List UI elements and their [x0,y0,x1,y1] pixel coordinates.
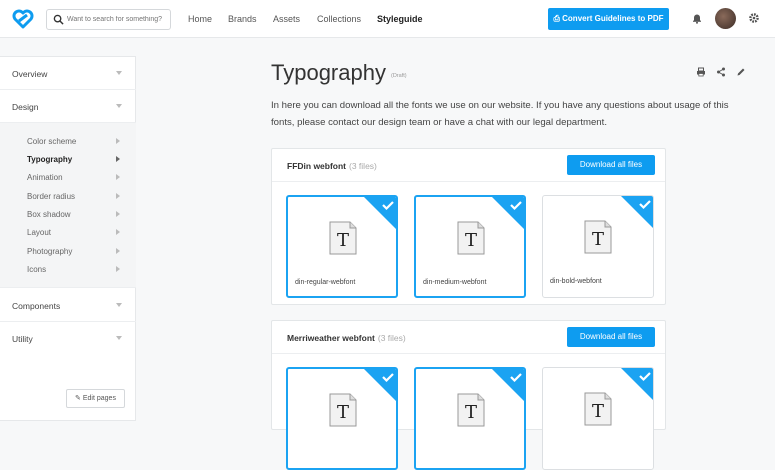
sidebar-section-components[interactable]: Components [0,289,136,322]
convert-pdf-label: Convert Guidelines to PDF [562,14,664,23]
font-group-name: FFDin webfont [287,161,347,171]
font-group-title: Merriweather webfont (3 files) [287,333,406,343]
print-icon: ⎙ [553,14,563,23]
font-file-icon: T [584,220,612,254]
search-box[interactable] [46,9,171,30]
font-file-name: din-bold-webfont [550,278,602,285]
nav-assets[interactable]: Assets [273,14,300,24]
font-file-tile[interactable]: T [542,367,654,470]
chevron-down-icon [116,104,122,108]
convert-pdf-button[interactable]: ⎙ Convert Guidelines to PDF [548,8,669,30]
check-icon [621,368,653,400]
chevron-right-icon [116,229,120,235]
font-file-tile[interactable]: T [286,367,398,470]
check-icon [364,197,396,229]
sidebar-section-utility[interactable]: Utility [0,322,136,355]
svg-text:T: T [465,402,477,423]
svg-text:T: T [465,230,477,251]
chevron-down-icon [116,336,122,340]
avatar[interactable] [715,8,736,29]
sidebar-item-layout[interactable]: Layout [27,228,51,237]
sidebar-item-icons[interactable]: Icons [27,265,46,274]
card-header: Merriweather webfont (3 files) Download a… [272,321,665,354]
font-file-tile[interactable]: T din-bold-webfont [542,195,654,298]
font-file-tile[interactable]: T din-regular-webfont [286,195,398,298]
nav-home[interactable]: Home [188,14,212,24]
font-file-icon: T [457,393,485,427]
font-file-tile[interactable]: T [414,367,526,470]
pencil-icon: ✎ [75,395,83,402]
font-group-card: Merriweather webfont (3 files) Download a… [271,320,666,470]
gear-icon[interactable] [748,12,760,24]
sidebar-section-label: Overview [12,69,48,79]
sidebar-item-box-shadow[interactable]: Box shadow [27,210,71,219]
font-file-name: din-regular-webfont [295,279,356,286]
sidebar-section-label: Design [12,102,39,112]
font-file-icon: T [329,221,357,255]
check-icon [492,197,524,229]
page-title: Typography [271,60,386,85]
font-group-name: Merriweather webfont [287,333,375,343]
card-header: FFDin webfont (3 files) Download all file… [272,149,665,182]
sidebar-section-overview[interactable]: Overview [0,57,136,90]
pencil-icon[interactable] [736,67,746,77]
chevron-down-icon [116,303,122,307]
chevron-right-icon [116,156,120,162]
font-group-card: FFDin webfont (3 files) Download all file… [271,148,666,305]
sidebar-design-submenu: Color scheme Typography Animation Border… [0,123,136,288]
chevron-right-icon [116,174,120,180]
search-icon [53,14,64,25]
file-count: (3 files) [377,333,406,343]
top-bar: Home Brands Assets Collections Styleguid… [0,0,775,38]
svg-text:T: T [337,230,349,251]
intro-text: In here you can download all the fonts w… [271,100,729,128]
sidebar-item-photography[interactable]: Photography [27,247,72,256]
svg-text:T: T [592,401,604,422]
sidebar-item-color-scheme[interactable]: Color scheme [27,137,76,146]
chevron-right-icon [116,266,120,272]
nav-collections[interactable]: Collections [317,14,361,24]
edit-pages-label: Edit pages [82,395,116,402]
chevron-right-icon [116,138,120,144]
sidebar-section-label: Components [12,301,61,311]
logo-icon[interactable] [12,9,34,29]
chevron-right-icon [116,211,120,217]
check-icon [364,369,396,401]
bell-icon[interactable] [691,12,703,24]
chevron-right-icon [116,248,120,254]
font-group-title: FFDin webfont (3 files) [287,161,377,171]
chevron-right-icon [116,193,120,199]
sidebar: Overview Design Color scheme Typography … [0,56,136,421]
sidebar-item-border-radius[interactable]: Border radius [27,192,75,201]
download-all-button[interactable]: Download all files [567,155,655,175]
search-input[interactable] [67,12,167,27]
font-file-icon: T [329,393,357,427]
svg-text:T: T [592,229,604,250]
sidebar-item-typography[interactable]: Typography [27,155,72,164]
print-icon[interactable] [696,67,706,77]
chevron-down-icon [116,71,122,75]
edit-pages-button[interactable]: ✎ Edit pages [66,389,125,408]
sidebar-section-design[interactable]: Design [0,90,136,123]
draft-badge: (Draft) [391,73,407,79]
share-icon[interactable] [716,67,726,77]
download-all-button[interactable]: Download all files [567,327,655,347]
sidebar-item-animation[interactable]: Animation [27,173,63,182]
nav-styleguide[interactable]: Styleguide [377,14,423,24]
check-icon [621,196,653,228]
font-file-tile[interactable]: T din-medium-webfont [414,195,526,298]
nav-brands[interactable]: Brands [228,14,257,24]
font-file-name: din-medium-webfont [423,279,487,286]
svg-text:T: T [337,402,349,423]
check-icon [492,369,524,401]
file-count: (3 files) [349,161,377,171]
sidebar-section-label: Utility [12,334,33,344]
font-file-icon: T [457,221,485,255]
